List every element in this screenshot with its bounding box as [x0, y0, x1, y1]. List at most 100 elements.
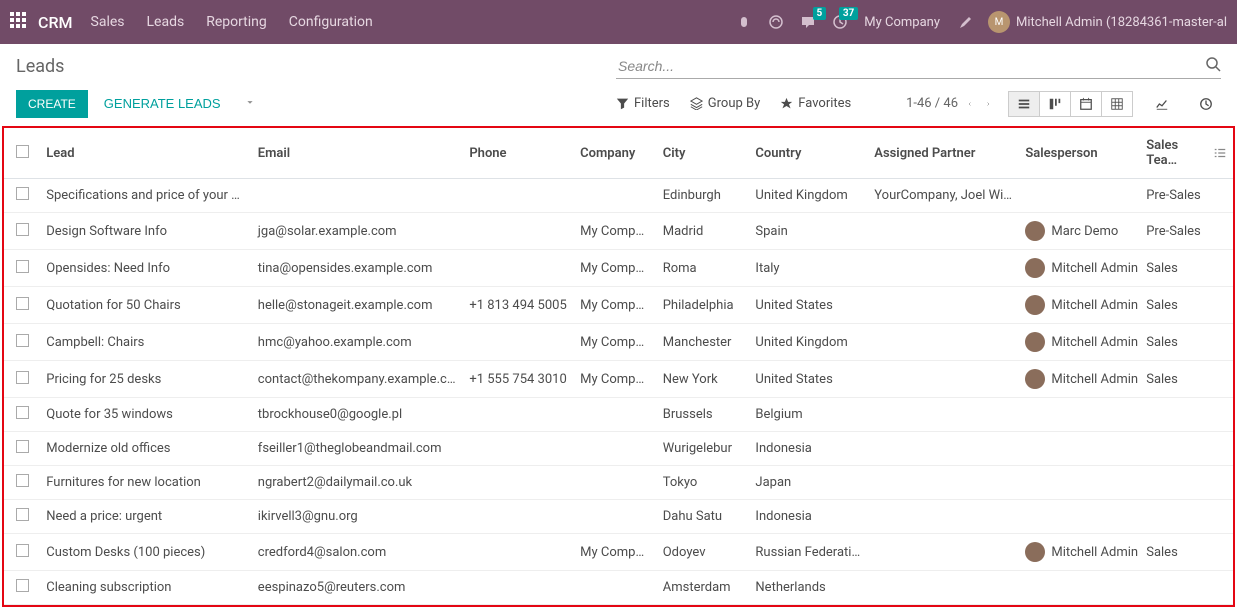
cell-email: [252, 179, 464, 213]
filters-button[interactable]: Filters: [616, 96, 670, 111]
cell-country: Netherlands: [749, 571, 868, 605]
view-switcher: [1008, 91, 1133, 117]
table-row[interactable]: Campbell: Chairshmc@yahoo.example.comMy …: [4, 324, 1233, 361]
row-checkbox[interactable]: [16, 260, 29, 273]
cell-salesperson: Mitchell Admin: [1019, 534, 1140, 571]
generate-leads-button[interactable]: GENERATE LEADS: [96, 89, 229, 118]
cell-company: [574, 398, 657, 432]
topbar-right: 5 37 My Company M Mitchell Admin (182843…: [736, 11, 1227, 33]
cell-email: credford4@salon.com: [252, 534, 464, 571]
col-lead[interactable]: Lead: [40, 128, 252, 179]
row-checkbox[interactable]: [16, 474, 29, 487]
cell-team: Pre-Sales: [1140, 179, 1211, 213]
row-checkbox[interactable]: [16, 371, 29, 384]
col-phone[interactable]: Phone: [463, 128, 574, 179]
cell-team: [1140, 571, 1211, 605]
col-salesperson[interactable]: Salesperson: [1019, 128, 1140, 179]
col-partner[interactable]: Assigned Partner: [868, 128, 1019, 179]
view-activity-button[interactable]: [1191, 92, 1221, 116]
nav-sales[interactable]: Sales: [91, 14, 125, 30]
cell-email: hmc@yahoo.example.com: [252, 324, 464, 361]
table-row[interactable]: Modernize old officesfseiller1@theglobea…: [4, 432, 1233, 466]
cell-team: Sales: [1140, 534, 1211, 571]
apps-icon[interactable]: [10, 12, 26, 32]
col-country[interactable]: Country: [749, 128, 868, 179]
pager-text[interactable]: 1-46 / 46: [906, 96, 958, 111]
row-checkbox[interactable]: [16, 297, 29, 310]
view-list-button[interactable]: [1008, 91, 1040, 117]
cell-city: Dahu Satu: [657, 500, 750, 534]
view-calendar-button[interactable]: [1070, 91, 1102, 117]
groupby-button[interactable]: Group By: [690, 96, 761, 111]
funnel-icon: [616, 97, 629, 110]
cell-phone: [463, 250, 574, 287]
table-row[interactable]: Quote for 35 windowstbrockhouse0@google.…: [4, 398, 1233, 432]
view-pivot-button[interactable]: [1101, 91, 1133, 117]
messages-icon[interactable]: 5: [800, 14, 816, 30]
table-row[interactable]: Quotation for 50 Chairshelle@stonageit.e…: [4, 287, 1233, 324]
brand[interactable]: CRM: [38, 13, 73, 32]
row-checkbox[interactable]: [16, 440, 29, 453]
cell-country: United States: [749, 287, 868, 324]
favorites-button[interactable]: Favorites: [780, 96, 851, 111]
pager-next-icon[interactable]: [982, 98, 994, 110]
pager-prev-icon[interactable]: [964, 98, 976, 110]
table-row[interactable]: Cleaning subscriptioneespinazo5@reuters.…: [4, 571, 1233, 605]
table-row[interactable]: Pricing for 25 deskscontact@thekompany.e…: [4, 361, 1233, 398]
row-checkbox[interactable]: [16, 508, 29, 521]
cell-team: [1140, 398, 1211, 432]
support-icon[interactable]: [768, 14, 784, 30]
table-row[interactable]: Opensides: Need Infotina@opensides.examp…: [4, 250, 1233, 287]
col-company[interactable]: Company: [574, 128, 657, 179]
cell-email: ikirvell3@gnu.org: [252, 500, 464, 534]
select-all-checkbox[interactable]: [16, 145, 29, 158]
company-selector[interactable]: My Company: [864, 15, 940, 30]
table-body-wrap: Specifications and price of your ph…Edin…: [2, 179, 1235, 607]
pager: 1-46 / 46: [906, 96, 994, 111]
row-checkbox[interactable]: [16, 544, 29, 557]
download-icon[interactable]: [237, 95, 263, 113]
cell-country: Indonesia: [749, 432, 868, 466]
col-team[interactable]: Sales Tea…: [1140, 128, 1211, 179]
cell-phone: [463, 466, 574, 500]
table-row[interactable]: Furnitures for new locationngrabert2@dai…: [4, 466, 1233, 500]
table-row[interactable]: Specifications and price of your ph…Edin…: [4, 179, 1233, 213]
row-checkbox[interactable]: [16, 223, 29, 236]
tools-icon[interactable]: [956, 14, 972, 30]
cell-lead: Campbell: Chairs: [40, 324, 252, 361]
col-email[interactable]: Email: [252, 128, 464, 179]
user-menu[interactable]: M Mitchell Admin (18284361-master-al: [988, 11, 1227, 33]
nav-configuration[interactable]: Configuration: [289, 14, 373, 30]
col-city[interactable]: City: [657, 128, 750, 179]
cell-city: Edinburgh: [657, 179, 750, 213]
row-checkbox[interactable]: [16, 187, 29, 200]
search-input[interactable]: [616, 54, 1221, 78]
row-checkbox[interactable]: [16, 406, 29, 419]
bug-icon[interactable]: [736, 14, 752, 30]
nav-leads[interactable]: Leads: [147, 14, 185, 30]
search-icon[interactable]: [1205, 56, 1221, 72]
view-kanban-button[interactable]: [1039, 91, 1071, 117]
page-title: Leads: [16, 56, 616, 77]
row-checkbox[interactable]: [16, 334, 29, 347]
table-row[interactable]: Design Software Infojga@solar.example.co…: [4, 213, 1233, 250]
salesperson-avatar-icon: [1025, 542, 1045, 562]
cell-country: Italy: [749, 250, 868, 287]
view-graph-button[interactable]: [1147, 92, 1177, 116]
table-row[interactable]: Custom Desks (100 pieces)credford4@salon…: [4, 534, 1233, 571]
cell-city: New York: [657, 361, 750, 398]
cell-lead: Design Software Info: [40, 213, 252, 250]
salesperson-avatar-icon: [1025, 258, 1045, 278]
cell-salesperson: [1019, 571, 1140, 605]
cell-city: Manchester: [657, 324, 750, 361]
layers-icon: [690, 97, 703, 110]
activities-icon[interactable]: 37: [832, 14, 848, 30]
nav-reporting[interactable]: Reporting: [206, 14, 267, 30]
cell-lead: Quotation for 50 Chairs: [40, 287, 252, 324]
row-checkbox[interactable]: [16, 579, 29, 592]
create-button[interactable]: CREATE: [16, 90, 88, 118]
user-avatar-icon: M: [988, 11, 1010, 33]
salesperson-avatar-icon: [1025, 369, 1045, 389]
columns-more-icon[interactable]: [1213, 146, 1227, 160]
table-row[interactable]: Need a price: urgentikirvell3@gnu.orgDah…: [4, 500, 1233, 534]
